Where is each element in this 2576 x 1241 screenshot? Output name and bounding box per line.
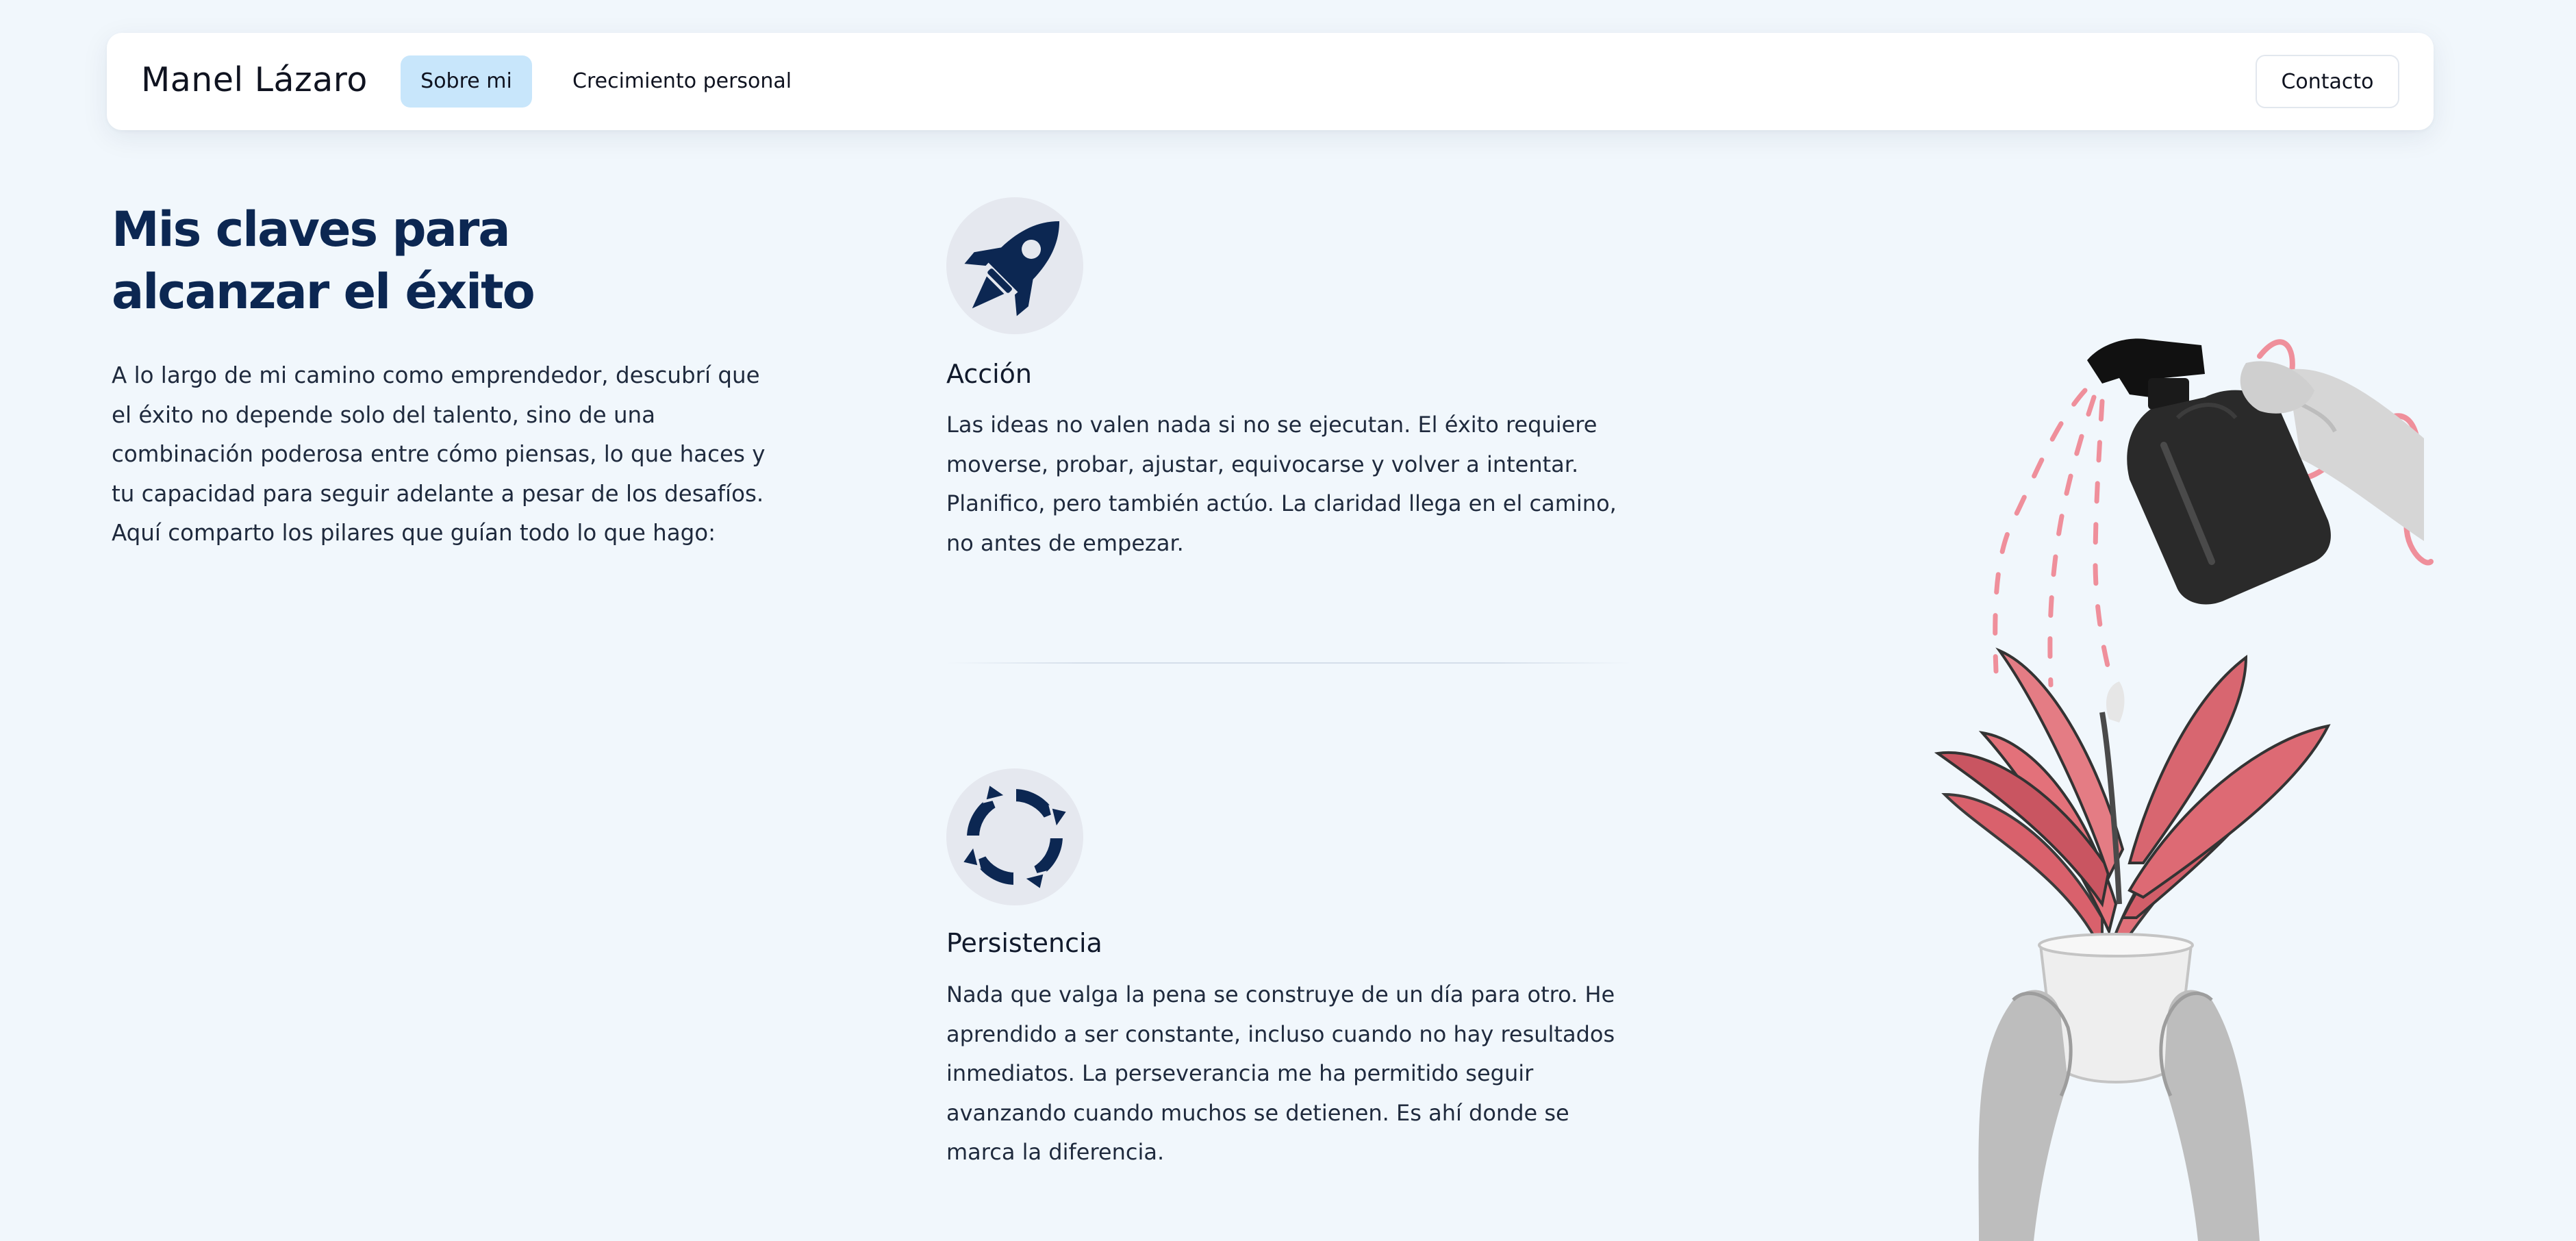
cycle-arrows-icon-graphic (959, 781, 1071, 893)
pillar-title-accion: Acción (946, 359, 1033, 389)
pillar-text-persistencia: Nada que valga la pena se construye de u… (946, 981, 1615, 1165)
rocket-icon-graphic (964, 221, 1060, 316)
plant-watering-graphic (1934, 338, 2434, 1241)
nav-link-sobre-mi[interactable]: Sobre mi (401, 55, 532, 108)
cycle-arrows-icon (946, 768, 1083, 905)
section-title: Mis claves para alcanzar el éxito (112, 199, 591, 323)
nav-link-crecimiento-personal[interactable]: Crecimiento personal (572, 55, 792, 108)
section-title-line-2: alcanzar el éxito (112, 264, 535, 320)
top-navbar: Manel Lázaro Sobre mi Crecimiento person… (107, 33, 2434, 130)
plant-leaves (1934, 647, 2331, 955)
section-title-line-1: Mis claves para (112, 201, 511, 258)
section-divider (946, 662, 1631, 664)
brand-logo[interactable]: Manel Lázaro (141, 60, 368, 99)
plant-watering-illustration (1808, 315, 2438, 1241)
pillar-text-accion: Las ideas no valen nada si no se ejecuta… (946, 412, 1617, 556)
intro-paragraph: A lo largo de mi camino como emprendedor… (112, 362, 766, 546)
pillar-title-persistencia: Persistencia (946, 928, 1102, 958)
contact-button[interactable]: Contacto (2256, 55, 2399, 108)
rocket-icon (946, 197, 1083, 334)
